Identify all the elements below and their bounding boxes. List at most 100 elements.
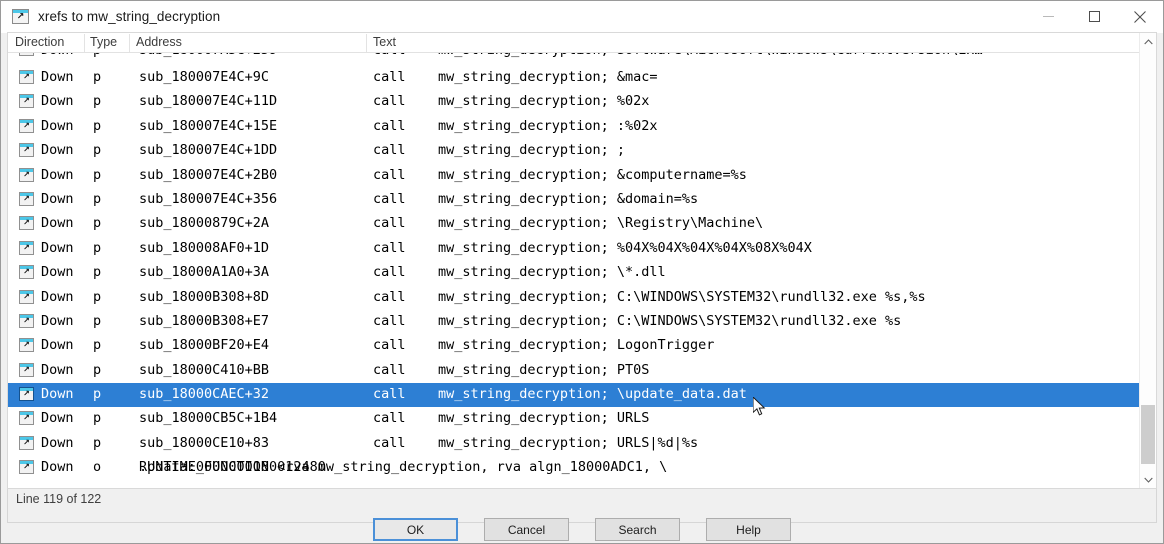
cell-type: p (93, 361, 102, 378)
table-row[interactable]: ↗ Down p sub_18000C410+BB call mw_string_dec… (8, 359, 1139, 383)
table-row[interactable]: ↗ Down p sub_180007E4C+356 call mw_string_de… (8, 188, 1139, 212)
xref-row-icon: ↗ (19, 362, 34, 377)
column-header-type[interactable]: Type (90, 35, 117, 49)
cell-type: p (93, 410, 102, 427)
table-row[interactable]: ↗ Down p sub_18000CE10+83 call mw_string_dec… (8, 432, 1139, 456)
table-row[interactable]: ↗ Down o .pdata:0000000180012480 RUNTIME_FUN… (8, 456, 1139, 480)
cell-text: call mw_string_decryption; \update_data.… (373, 386, 747, 403)
vertical-scrollbar[interactable] (1139, 33, 1156, 488)
line-counter: Line 119 of 122 (16, 492, 102, 506)
cell-direction: Down (41, 190, 74, 207)
table-row[interactable]: ↗ Down p sub_180007E4C+15E call mw_string_de… (8, 115, 1139, 139)
cell-type: p (93, 142, 102, 159)
close-icon[interactable] (1117, 1, 1163, 32)
xref-row-icon: ↗ (19, 216, 34, 231)
xrefs-dialog-window: ↗ xrefs to mw_string_decryption Directio… (0, 0, 1164, 544)
table-row[interactable]: ↗ Down p sub_180008AF0+1D call mw_string_dec… (8, 237, 1139, 261)
cell-type: p (93, 264, 102, 281)
cell-text: call mw_string_decryption; C:\WINDOWS\SY… (373, 312, 902, 329)
chevron-down-icon[interactable] (1140, 471, 1156, 488)
scrollbar-thumb[interactable] (1141, 405, 1155, 464)
cell-type: p (93, 239, 102, 256)
xref-row-icon: ↗ (19, 70, 34, 84)
table-row[interactable]: ↗ Down p sub_180007E4C+9C call mw_string_dec… (8, 66, 1139, 90)
cell-address: sub_18000CAEC+32 (139, 386, 270, 403)
cell-text: call mw_string_decryption; \Registry\Mac… (373, 215, 764, 232)
cell-type: p (93, 53, 101, 58)
cell-type: p (93, 312, 102, 329)
xref-row-icon: ↗ (19, 387, 34, 402)
cell-direction: Down (41, 459, 74, 476)
cell-type: p (93, 93, 102, 110)
table-row[interactable]: ↗ Down p sub_180007A5C+259 call mw_string_de… (8, 53, 1139, 66)
cell-type: p (93, 69, 102, 85)
cell-text: call mw_string_decryption; %04X%04X%04X%… (373, 239, 812, 256)
table-row[interactable]: ↗ Down p sub_18000CB5C+1B4 call mw_string_de… (8, 407, 1139, 431)
cell-direction: Down (41, 53, 74, 58)
chevron-up-icon[interactable] (1140, 33, 1156, 50)
ok-button[interactable]: OK (373, 518, 458, 541)
table-row[interactable]: ↗ Down p sub_18000B308+E7 call mw_string_dec… (8, 310, 1139, 334)
cell-type: o (93, 459, 102, 476)
xref-row-icon: ↗ (19, 460, 34, 475)
table-row[interactable]: ↗ Down p sub_18000879C+2A call mw_string_dec… (8, 212, 1139, 236)
cell-address: sub_180007E4C+15E (139, 117, 278, 134)
cell-address: sub_18000A1A0+3A (139, 264, 270, 281)
cell-address: sub_18000879C+2A (139, 215, 270, 232)
maximize-icon[interactable] (1071, 1, 1117, 32)
cell-direction: Down (41, 166, 74, 183)
column-header-address[interactable]: Address (136, 35, 182, 49)
cell-direction: Down (41, 117, 74, 134)
minimize-icon[interactable] (1025, 1, 1071, 32)
table-row[interactable]: ↗ Down p sub_180007E4C+2B0 call mw_string_de… (8, 164, 1139, 188)
column-header-direction[interactable]: Direction (15, 35, 64, 49)
cell-address: sub_18000CB5C+1B4 (139, 410, 278, 427)
cell-text: RUNTIME_FUNCTION <rva mw_string_decrypti… (139, 459, 668, 476)
cell-text: call mw_string_decryption; C:\WINDOWS\SY… (373, 288, 926, 305)
cell-direction: Down (41, 434, 74, 451)
search-button[interactable]: Search (595, 518, 680, 541)
cell-direction: Down (41, 239, 74, 256)
cell-direction: Down (41, 142, 74, 159)
xref-row-icon: ↗ (19, 94, 34, 109)
table-row[interactable]: ↗ Down p sub_18000B308+8D call mw_string_dec… (8, 286, 1139, 310)
cell-text: call mw_string_decryption; Software\Micr… (373, 53, 983, 58)
cell-type: p (93, 117, 102, 134)
table-row[interactable]: ↗ Down p sub_180007E4C+1DD call mw_string_de… (8, 139, 1139, 163)
xref-row-icon: ↗ (19, 167, 34, 182)
help-button[interactable]: Help (706, 518, 791, 541)
cell-type: p (93, 190, 102, 207)
cell-type: p (93, 166, 102, 183)
cell-type: p (93, 434, 102, 451)
cell-text: call mw_string_decryption; %02x (373, 93, 650, 110)
xref-row-icon: ↗ (19, 265, 34, 280)
cell-type: p (93, 215, 102, 232)
cell-direction: Down (41, 288, 74, 305)
window-controls (1025, 1, 1163, 32)
xref-row-icon: ↗ (19, 53, 34, 56)
cell-address: sub_18000CE10+83 (139, 434, 270, 451)
cell-direction: Down (41, 215, 74, 232)
xref-row-icon: ↗ (19, 338, 34, 353)
cell-text: call mw_string_decryption; :%02x (373, 117, 658, 134)
cell-direction: Down (41, 312, 74, 329)
table-row[interactable]: ↗ Down p sub_180007E4C+11D call mw_string_de… (8, 90, 1139, 114)
table-row[interactable]: ↗ Down p sub_18000A1A0+3A call mw_string_dec… (8, 261, 1139, 285)
table-row[interactable]: ↗ Down p sub_18000BF20+E4 call mw_string_dec… (8, 334, 1139, 358)
cell-address: sub_180008AF0+1D (139, 239, 270, 256)
ida-xref-window-icon: ↗ (12, 9, 29, 24)
column-header-text[interactable]: Text (373, 35, 396, 49)
cell-text: call mw_string_decryption; URLS (373, 410, 650, 427)
dialog-button-bar: OK Cancel Search Help (1, 509, 1163, 543)
cell-text: call mw_string_decryption; &computername… (373, 166, 747, 183)
cell-text: call mw_string_decryption; \*.dll (373, 264, 666, 281)
xref-row-icon: ↗ (19, 435, 34, 450)
table-row[interactable]: ↗ Down p sub_18000CAEC+32 call mw_string_dec… (8, 383, 1139, 408)
cell-text: call mw_string_decryption; LogonTrigger (373, 337, 715, 354)
cancel-button[interactable]: Cancel (484, 518, 569, 541)
xref-row-icon: ↗ (19, 313, 34, 328)
xref-row-icon: ↗ (19, 191, 34, 206)
cell-direction: Down (41, 386, 74, 403)
cell-address: sub_18000BF20+E4 (139, 337, 270, 354)
cell-direction: Down (41, 93, 74, 110)
